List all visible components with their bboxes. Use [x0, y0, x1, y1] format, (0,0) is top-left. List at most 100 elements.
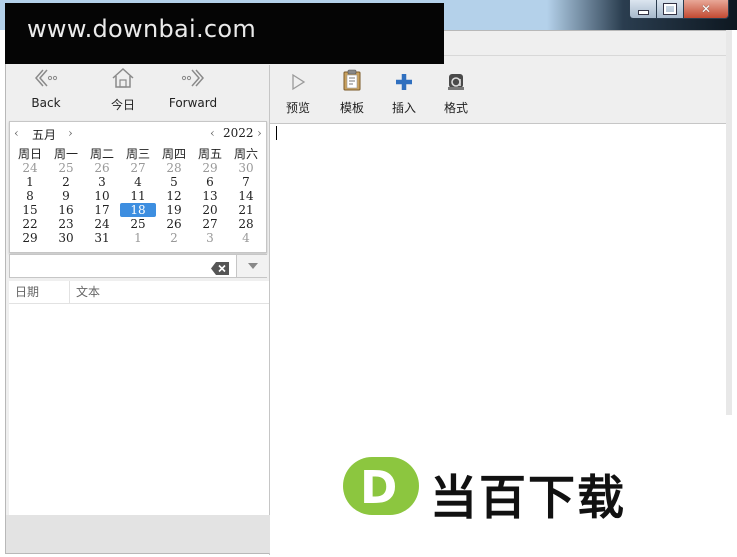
minimize-button[interactable] — [629, 0, 657, 19]
calendar-day[interactable]: 26 — [84, 161, 120, 175]
window-edge — [726, 30, 732, 415]
logo-text: 当百下载 — [430, 471, 626, 526]
calendar-day[interactable]: 24 — [12, 161, 48, 175]
back-arrow-icon — [11, 65, 81, 91]
prev-year-button[interactable]: ‹ — [210, 126, 215, 140]
next-year-button[interactable]: › — [257, 126, 262, 140]
calendar-day[interactable]: 13 — [192, 189, 228, 203]
search-box — [9, 254, 268, 279]
forward-arrow-icon — [158, 65, 228, 91]
text-cursor — [276, 126, 277, 140]
calendar-week: 22 23 24 25 26 27 28 — [12, 217, 264, 231]
editor-toolbar: 预览 模板 插入 格式 — [270, 65, 731, 121]
calendar-day[interactable]: 1 — [120, 231, 156, 245]
calendar-day[interactable]: 22 — [12, 217, 48, 231]
column-header-date[interactable]: 日期 — [9, 281, 70, 303]
calendar-day[interactable]: 8 — [12, 189, 48, 203]
search-dropdown-button[interactable] — [236, 255, 268, 277]
calendar-day[interactable]: 1 — [12, 175, 48, 189]
status-bar — [6, 515, 293, 553]
calendar-day[interactable]: 19 — [156, 203, 192, 217]
calendar-day[interactable]: 21 — [228, 203, 264, 217]
entry-list: 日期 文本 — [9, 281, 269, 515]
logo-badge: D — [343, 457, 419, 515]
window-controls: ✕ — [629, 0, 729, 19]
calendar-week: 1 2 3 4 5 6 7 — [12, 175, 264, 189]
close-button[interactable]: ✕ — [684, 0, 729, 19]
calendar-day[interactable]: 25 — [48, 161, 84, 175]
insert-button[interactable]: 插入 — [381, 65, 427, 121]
forward-button[interactable]: Forward — [158, 65, 228, 121]
today-label: 今日 — [110, 98, 135, 112]
calendar-day[interactable]: 12 — [156, 189, 192, 203]
weekday-label: 周二 — [89, 147, 114, 161]
calendar-day[interactable]: 2 — [48, 175, 84, 189]
calendar-day[interactable]: 26 — [156, 217, 192, 231]
format-button[interactable]: 格式 — [433, 65, 479, 121]
calendar-day[interactable]: 27 — [120, 161, 156, 175]
maximize-button[interactable] — [657, 0, 684, 19]
calendar-day[interactable]: 3 — [192, 231, 228, 245]
calendar-day[interactable]: 15 — [12, 203, 48, 217]
calendar-day[interactable]: 6 — [192, 175, 228, 189]
calendar-grid: 周日 周一 周二 周三 周四 周五 周六 24 25 26 27 28 29 3… — [12, 147, 264, 245]
calendar-day[interactable]: 5 — [156, 175, 192, 189]
navigation-toolbar: Back 今日 Forward — [6, 65, 269, 121]
calendar-day[interactable]: 23 — [48, 217, 84, 231]
next-month-button[interactable]: › — [68, 126, 73, 140]
calendar-day[interactable]: 30 — [48, 231, 84, 245]
calendar-day[interactable]: 29 — [192, 161, 228, 175]
prev-month-button[interactable]: ‹ — [14, 126, 19, 140]
calendar-week: 29 30 31 1 2 3 4 — [12, 231, 264, 245]
calendar-day[interactable]: 17 — [84, 203, 120, 217]
calendar-day[interactable]: 28 — [156, 161, 192, 175]
calendar-year: 2022 — [223, 126, 254, 140]
minimize-icon — [637, 9, 649, 15]
chevron-down-icon — [247, 263, 258, 269]
calendar-day[interactable]: 14 — [228, 189, 264, 203]
weekday-label: 周一 — [53, 147, 78, 161]
preview-button[interactable]: 预览 — [275, 65, 321, 121]
calendar-day[interactable]: 29 — [12, 231, 48, 245]
calendar-day[interactable]: 31 — [84, 231, 120, 245]
calendar-day[interactable]: 2 — [156, 231, 192, 245]
calendar-day[interactable]: 24 — [84, 217, 120, 231]
calendar-day[interactable]: 7 — [228, 175, 264, 189]
calendar-week: 24 25 26 27 28 29 30 — [12, 161, 264, 175]
calendar-day[interactable]: 11 — [120, 189, 156, 203]
preview-label: 预览 — [285, 101, 310, 115]
clear-icon[interactable] — [211, 260, 229, 279]
calendar-day[interactable]: 16 — [48, 203, 84, 217]
calendar-week: 15 16 17 18 19 20 21 — [12, 203, 264, 217]
calendar-day[interactable]: 3 — [84, 175, 120, 189]
calendar-day[interactable]: 28 — [228, 217, 264, 231]
list-header: 日期 文本 — [9, 281, 269, 304]
template-label: 模板 — [339, 101, 364, 115]
close-icon: ✕ — [700, 2, 712, 16]
watermark-logo: D 当百下载 — [292, 415, 737, 557]
weekday-label: 周三 — [125, 147, 150, 161]
font-format-icon — [433, 65, 479, 91]
calendar-day[interactable]: 4 — [228, 231, 264, 245]
calendar-day[interactable]: 27 — [192, 217, 228, 231]
today-button[interactable]: 今日 — [88, 65, 158, 121]
forward-label: Forward — [168, 96, 218, 110]
calendar-day-selected[interactable]: 18 — [120, 203, 156, 217]
calendar-day[interactable]: 20 — [192, 203, 228, 217]
insert-label: 插入 — [391, 101, 416, 115]
search-input[interactable] — [14, 257, 208, 277]
calendar-day[interactable]: 9 — [48, 189, 84, 203]
plus-icon — [381, 65, 427, 91]
calendar-day[interactable]: 10 — [84, 189, 120, 203]
weekday-header: 周日 周一 周二 周三 周四 周五 周六 — [12, 147, 264, 161]
weekday-label: 周六 — [233, 147, 258, 161]
column-header-text[interactable]: 文本 — [70, 281, 100, 303]
calendar-week: 8 9 10 11 12 13 14 — [12, 189, 264, 203]
format-label: 格式 — [443, 101, 468, 115]
calendar-day[interactable]: 30 — [228, 161, 264, 175]
clipboard-icon — [329, 65, 375, 91]
back-button[interactable]: Back — [11, 65, 81, 121]
calendar-day[interactable]: 25 — [120, 217, 156, 231]
template-button[interactable]: 模板 — [329, 65, 375, 121]
calendar-day[interactable]: 4 — [120, 175, 156, 189]
